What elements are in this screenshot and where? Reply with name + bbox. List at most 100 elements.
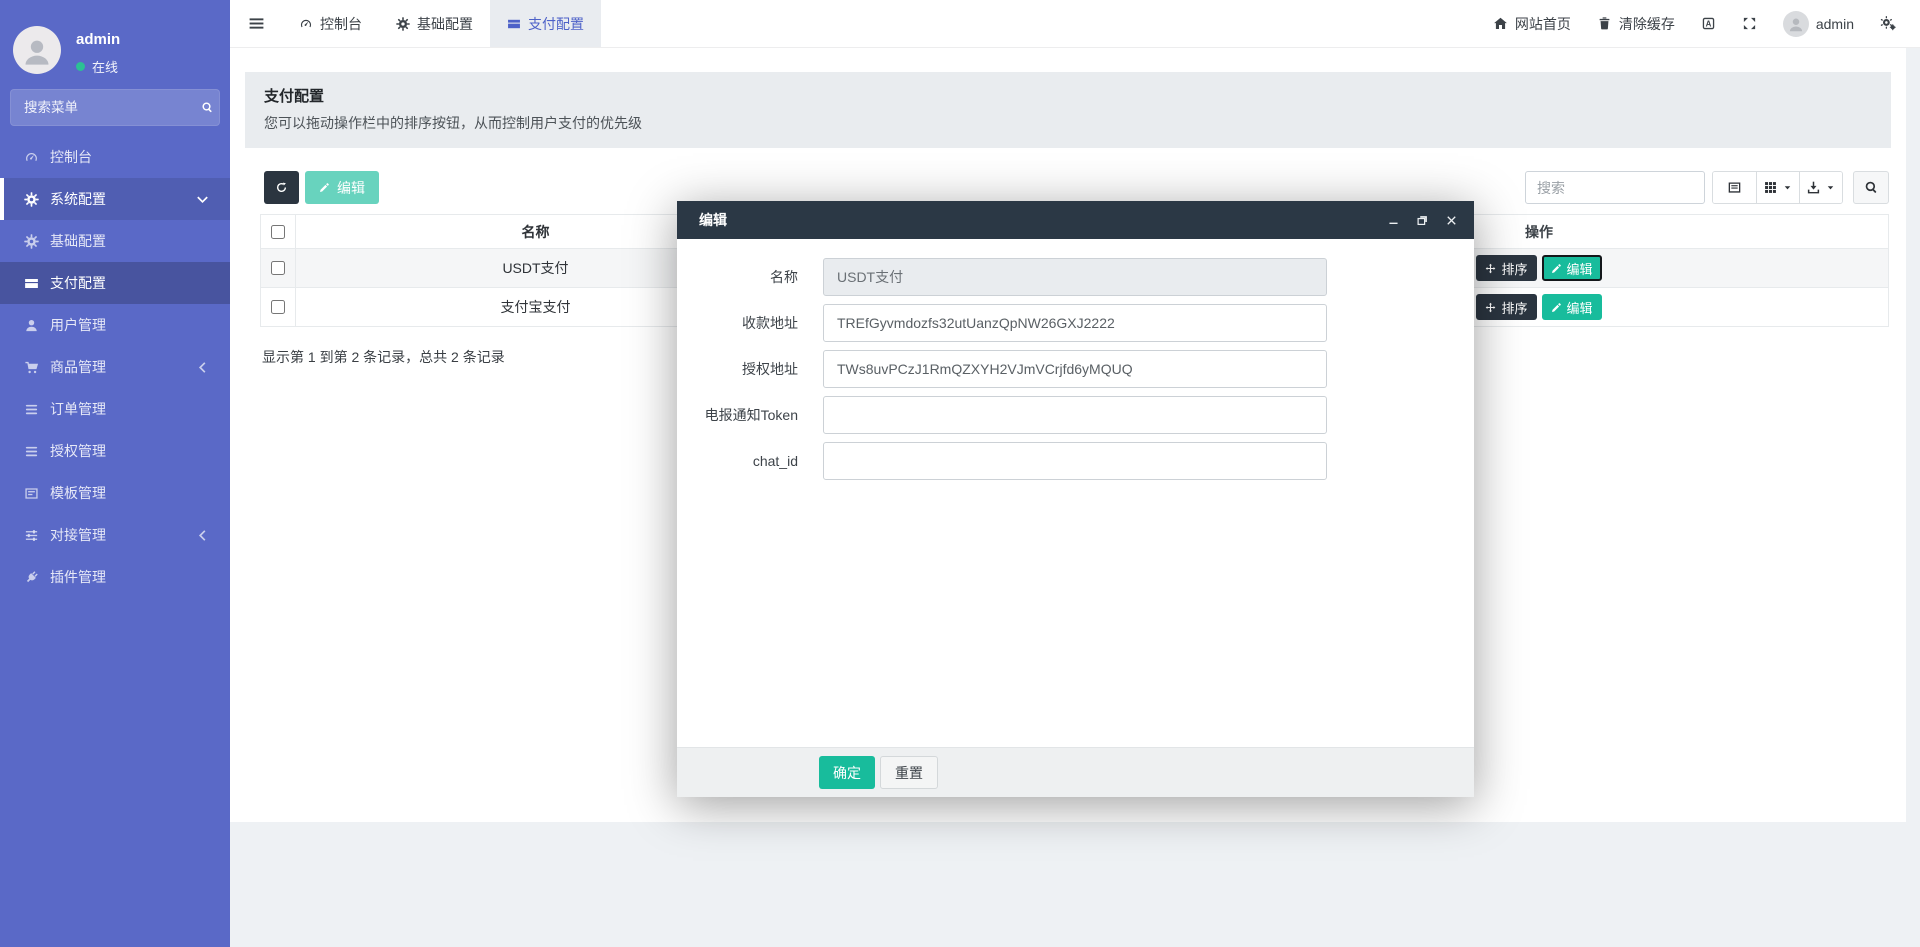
sort-button[interactable]: 排序 [1476,294,1537,320]
payment-icon [507,17,521,31]
pencil-icon [1551,302,1562,313]
name-input[interactable] [823,258,1327,296]
site-home-link[interactable]: 网站首页 [1480,0,1584,48]
form-row: 名称 [677,258,1474,296]
home-icon [1493,16,1508,31]
top-navbar: 控制台 基础配置 支付配置 网站首页 清除缓存 admin [230,0,1920,48]
search-icon[interactable] [201,101,214,114]
auth-address-input[interactable] [823,350,1327,388]
tab-label: 支付配置 [528,15,584,32]
payment-address-input[interactable] [823,304,1327,342]
select-all-checkbox[interactable] [271,224,285,239]
sidebar-item-system-config[interactable]: 系统配置 [0,178,230,220]
auth-address-label: 授权地址 [742,361,798,377]
sidebar-item-label: 授权管理 [50,443,106,459]
sidebar-item-label: 支付配置 [50,275,106,291]
payment-address-label: 收款地址 [742,315,798,331]
plug-icon [24,570,39,585]
gear-icon [24,192,39,207]
edit-row-button[interactable]: 编辑 [1541,294,1602,320]
telegram-token-label: 电报通知Token [704,407,798,423]
table-search-input[interactable] [1525,171,1705,204]
detail-view-button[interactable] [1713,172,1756,203]
list-icon [24,402,39,417]
sidebar-item-template-management[interactable]: 模板管理 [0,472,230,514]
sidebar-item-goods-management[interactable]: 商品管理 [0,346,230,388]
sidebar-item-auth-management[interactable]: 授权管理 [0,430,230,472]
search-button[interactable] [1853,171,1889,204]
sidebar-item-order-management[interactable]: 订单管理 [0,388,230,430]
row-checkbox-cell [261,249,296,287]
trash-icon [1597,16,1612,31]
navbar-user-menu[interactable]: admin [1770,0,1867,48]
clear-cache-label: 清除缓存 [1618,15,1675,32]
sidebar-item-user-management[interactable]: 用户管理 [0,304,230,346]
modal-title: 编辑 [699,212,727,228]
hamburger-icon [248,15,265,32]
user-avatar[interactable] [13,26,61,74]
sidebar-username: admin [76,31,121,48]
tab-payment-config[interactable]: 支付配置 [490,0,601,47]
export-button[interactable] [1799,172,1842,203]
sidebar-item-plugin-management[interactable]: 插件管理 [0,556,230,598]
sidebar-item-label: 订单管理 [50,401,106,417]
page-header: 支付配置 您可以拖动操作栏中的排序按钮，从而控制用户支付的优先级 [245,72,1891,148]
gear-icon [24,234,39,249]
gauge-icon [24,150,39,165]
clear-cache-link[interactable]: 清除缓存 [1584,0,1688,48]
sidebar-item-connect-management[interactable]: 对接管理 [0,514,230,556]
edit-row-button[interactable]: 编辑 [1541,255,1602,281]
sidebar-item-label: 控制台 [50,149,92,165]
close-icon[interactable] [1445,214,1458,227]
sidebar-search-box [10,89,220,126]
toolbar-edit-label: 编辑 [337,179,365,196]
sidebar-item-dashboard[interactable]: 控制台 [0,136,230,178]
gauge-icon [299,17,313,31]
page-subtitle: 您可以拖动操作栏中的排序按钮，从而控制用户支付的优先级 [264,115,642,131]
minimize-icon[interactable] [1387,214,1400,227]
row-checkbox[interactable] [271,261,285,275]
tab-basic-config[interactable]: 基础配置 [379,0,490,47]
user-status: 在线 [76,57,120,76]
language-button[interactable] [1688,0,1729,48]
confirm-button[interactable]: 确定 [819,756,875,789]
refresh-icon [276,182,287,193]
edit-modal: 编辑 名称 收款地址 授权地址 电报通知Token chat_id 确定 [677,201,1474,797]
refresh-button[interactable] [264,171,299,204]
sidebar-item-payment-config[interactable]: 支付配置 [0,262,230,304]
chat-id-label: chat_id [752,453,798,469]
pencil-icon [1551,263,1562,274]
user-icon [24,318,39,333]
sliders-icon [24,528,39,543]
chevron-left-icon [195,360,210,375]
sidebar-item-label: 商品管理 [50,359,106,375]
sidebar-user-panel: admin 在线 [13,26,120,76]
export-icon [1806,180,1821,195]
sort-label: 排序 [1501,300,1528,316]
sort-button[interactable]: 排序 [1476,255,1537,281]
menu-toggle-button[interactable] [230,0,282,47]
tab-label: 基础配置 [417,15,473,32]
fullscreen-button[interactable] [1729,0,1770,48]
tab-dashboard[interactable]: 控制台 [282,0,379,47]
caret-down-icon [1782,182,1793,193]
form-row: 授权地址 [677,350,1474,388]
reset-button[interactable]: 重置 [880,756,938,789]
sidebar-menu: 控制台 系统配置 基础配置 支付配置 用户管理 商品管理 订单管理 授权管理 模… [0,136,230,598]
settings-cogs-button[interactable] [1867,0,1910,48]
sidebar-item-label: 基础配置 [50,233,106,249]
telegram-token-input[interactable] [823,396,1327,434]
row-checkbox[interactable] [271,300,285,314]
sidebar-item-label: 系统配置 [50,191,106,207]
toolbar-edit-button[interactable]: 编辑 [305,171,379,204]
columns-button[interactable] [1756,172,1799,203]
payment-icon [24,276,39,291]
modal-header[interactable]: 编辑 [677,201,1474,239]
maximize-icon[interactable] [1416,214,1429,227]
sidebar-item-basic-config[interactable]: 基础配置 [0,220,230,262]
person-icon [1787,15,1805,33]
move-icon [1485,302,1496,313]
chat-id-input[interactable] [823,442,1327,480]
sidebar-search-input[interactable] [24,100,201,115]
header-checkbox-cell [261,215,296,248]
